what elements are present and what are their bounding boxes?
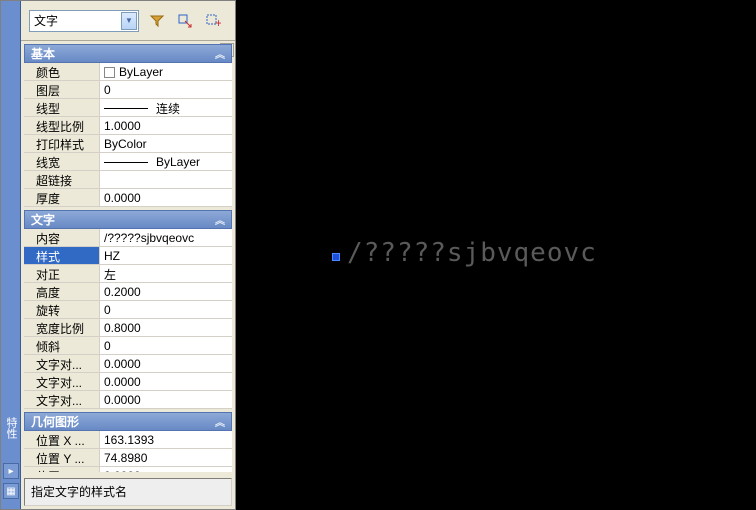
grip-handle[interactable]: [332, 253, 340, 261]
selected-text-entity[interactable]: /?????sjbvqeovc: [347, 238, 597, 268]
prop-value-thickness[interactable]: 0.0000: [100, 189, 232, 206]
collapse-icon: ︽: [215, 414, 225, 429]
prop-value-color[interactable]: ByLayer: [100, 63, 232, 80]
prop-value-height[interactable]: 0.2000: [100, 283, 232, 300]
prop-row-selected: 样式HZ: [24, 247, 232, 265]
collapse-icon: ︽: [215, 212, 225, 227]
section-header-geometry[interactable]: 几何图形 ︽: [24, 412, 232, 431]
collapse-icon: ︽: [215, 46, 225, 61]
prop-row: 图层0: [24, 81, 232, 99]
prop-value-posy[interactable]: 74.8980: [100, 449, 232, 466]
panel-content: 文字 ▼ + ▲ 基本 ︽ 颜色ByLayer 图层0 线型连: [21, 1, 235, 509]
drawing-canvas[interactable]: /?????sjbvqeovc: [237, 0, 756, 510]
prop-row: 颜色ByLayer: [24, 63, 232, 81]
prop-value-content[interactable]: /?????sjbvqeovc: [100, 229, 232, 246]
prop-value-layer[interactable]: 0: [100, 81, 232, 98]
prop-value-textalign2[interactable]: 0.0000: [100, 373, 232, 390]
palette-sidebar: 特性 ▸ ▦: [1, 1, 21, 509]
palette-menu-icon[interactable]: ▦: [3, 483, 19, 499]
prop-row: 位置 Y ...74.8980: [24, 449, 232, 467]
prop-value-textalign1[interactable]: 0.0000: [100, 355, 232, 372]
prop-row: 厚度0.0000: [24, 189, 232, 207]
prop-row: 对正左: [24, 265, 232, 283]
object-type-combo[interactable]: 文字 ▼: [29, 10, 139, 32]
prop-row: 超链接: [24, 171, 232, 189]
prop-row: 旋转0: [24, 301, 232, 319]
svg-text:+: +: [215, 16, 221, 29]
section-header-basic[interactable]: 基本 ︽: [24, 44, 232, 63]
section-geometry: 几何图形 ︽ 位置 X ...163.1393 位置 Y ...74.8980 …: [24, 412, 232, 472]
prop-row: 打印样式ByColor: [24, 135, 232, 153]
help-area: 指定文字的样式名: [24, 478, 232, 506]
prop-row: 线宽ByLayer: [24, 153, 232, 171]
chevron-down-icon[interactable]: ▼: [121, 12, 137, 30]
section-basic: 基本 ︽ 颜色ByLayer 图层0 线型连续 线型比例1.0000 打印样式B…: [24, 44, 232, 207]
prop-row: 宽度比例0.8000: [24, 319, 232, 337]
help-text: 指定文字的样式名: [31, 485, 127, 499]
prop-value-oblique[interactable]: 0: [100, 337, 232, 354]
prop-value-posz[interactable]: 0.0000: [100, 467, 232, 472]
section-text: 文字 ︽ 内容/?????sjbvqeovc 样式HZ 对正左 高度0.2000…: [24, 210, 232, 409]
filter-icon[interactable]: [147, 11, 167, 31]
properties-panel: 特性 ▸ ▦ 文字 ▼ + ▲ 基本 ︽: [0, 0, 236, 510]
object-type-value: 文字: [34, 12, 58, 29]
prop-row: 内容/?????sjbvqeovc: [24, 229, 232, 247]
prop-row: 线型比例1.0000: [24, 117, 232, 135]
prop-value-justify[interactable]: 左: [100, 265, 232, 282]
color-swatch-icon: [104, 67, 115, 78]
panel-toolbar: 文字 ▼ +: [21, 1, 235, 41]
prop-row: 线型连续: [24, 99, 232, 117]
prop-value-textalign3[interactable]: 0.0000: [100, 391, 232, 408]
prop-value-lineweight[interactable]: ByLayer: [100, 153, 232, 170]
prop-row: 高度0.2000: [24, 283, 232, 301]
prop-row: 位置 Z ...0.0000: [24, 467, 232, 472]
prop-value-widthfactor[interactable]: 0.8000: [100, 319, 232, 336]
prop-value-rotation[interactable]: 0: [100, 301, 232, 318]
properties-scroll[interactable]: 基本 ︽ 颜色ByLayer 图层0 线型连续 线型比例1.0000 打印样式B…: [21, 41, 235, 472]
quick-select-icon[interactable]: [175, 11, 195, 31]
prop-value-linetype[interactable]: 连续: [100, 99, 232, 116]
section-title: 文字: [31, 211, 55, 228]
section-title: 几何图形: [31, 413, 79, 430]
prop-value-style[interactable]: HZ: [100, 247, 232, 264]
prop-row: 倾斜0: [24, 337, 232, 355]
select-add-icon[interactable]: +: [203, 11, 223, 31]
lineweight-preview-icon: [104, 162, 148, 163]
prop-value-plotstyle[interactable]: ByColor: [100, 135, 232, 152]
prop-row: 文字对...0.0000: [24, 373, 232, 391]
prop-row: 文字对...0.0000: [24, 355, 232, 373]
linetype-preview-icon: [104, 108, 148, 109]
prop-row: 位置 X ...163.1393: [24, 431, 232, 449]
prop-value-hyperlink[interactable]: [100, 171, 232, 188]
section-header-text[interactable]: 文字 ︽: [24, 210, 232, 229]
prop-value-ltscale[interactable]: 1.0000: [100, 117, 232, 134]
palette-title: 特性: [3, 417, 19, 439]
palette-toggle-icon[interactable]: ▸: [3, 463, 19, 479]
prop-value-posx[interactable]: 163.1393: [100, 431, 232, 448]
prop-row: 文字对...0.0000: [24, 391, 232, 409]
section-title: 基本: [31, 45, 55, 62]
